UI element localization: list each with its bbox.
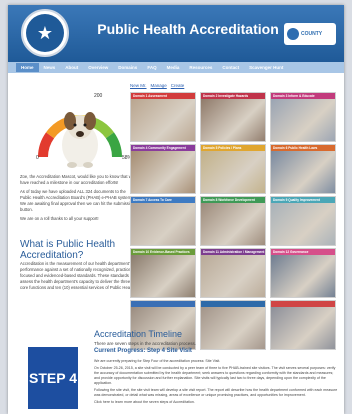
- department-seal-logo[interactable]: ★: [21, 9, 69, 57]
- domain-tile-photo: [271, 307, 335, 349]
- nav-item-faq[interactable]: FAQ: [142, 63, 161, 72]
- nav-item-contact[interactable]: Contact: [217, 63, 244, 72]
- domain-tile-photo: [131, 255, 195, 297]
- milestone-text: Zoe, the Accreditation Mascot, would lik…: [20, 174, 138, 225]
- site-header: ★ Public Health Accreditation COUNTY: [8, 5, 344, 62]
- domain-photo-grid: Domain 1 Assessment Domain 2 Investigate …: [130, 92, 336, 350]
- domain-tile-1[interactable]: Domain 1 Assessment: [130, 92, 196, 142]
- nav-item-domains[interactable]: Domains: [113, 63, 142, 72]
- accreditation-progress-gauge: 0 200 58%: [36, 93, 133, 168]
- domain-tile-4[interactable]: Domain 4 Community Engagement: [130, 144, 196, 194]
- domain-tile-3[interactable]: Domain 3 Inform & Educate: [270, 92, 336, 142]
- domain-tile-photo: [271, 99, 335, 141]
- page: ★ Public Health Accreditation COUNTY Hom…: [8, 5, 344, 414]
- county-emblem-icon: [287, 28, 299, 40]
- timeline-subtitle: There are seven steps in the accreditati…: [94, 341, 197, 346]
- domain-tile-photo: [271, 151, 335, 193]
- gauge-min-label: 0: [36, 155, 39, 161]
- nav-item-resources[interactable]: Resources: [184, 63, 217, 72]
- domain-tile-photo: [131, 151, 195, 193]
- domain-tile-photo: [271, 255, 335, 297]
- gallery-tab-0[interactable]: New Mr.: [130, 83, 147, 88]
- what-is-accreditation-heading: What is Public Health Accreditation?: [20, 239, 116, 261]
- nav-item-home[interactable]: Home: [16, 63, 39, 72]
- domain-tile-10[interactable]: Domain 10 Evidence-Based Practices: [130, 248, 196, 298]
- gallery-tab-2[interactable]: Create: [171, 83, 185, 88]
- milestone-paragraph-2: As of today we have uploaded ALL 324 doc…: [20, 189, 135, 212]
- domain-tile-photo: [271, 203, 335, 245]
- county-logo[interactable]: COUNTY: [284, 23, 336, 45]
- step-4-badge: STEP 4: [28, 347, 78, 409]
- milestone-paragraph-3: We are on a roll thanks to all your supp…: [20, 216, 99, 221]
- domain-tile-photo: [201, 151, 265, 193]
- current-progress-heading: Current Progress: Step 4 Site Visit: [94, 348, 192, 354]
- domain-tile-2[interactable]: Domain 2 Investigate Hazards: [200, 92, 266, 142]
- dog-mascot-image: [62, 112, 98, 168]
- domain-tile-11[interactable]: Domain 11 Administration / Management: [200, 248, 266, 298]
- timeline-paragraph-1: We are currently preparing for Step Four…: [94, 359, 221, 363]
- nav-item-media[interactable]: Media: [162, 63, 185, 72]
- domain-tile-photo: [201, 203, 265, 245]
- nav-item-about[interactable]: About: [60, 63, 83, 72]
- domain-tile-14[interactable]: [200, 300, 266, 350]
- main-nav: Home News About Overview Domains FAQ Media Reso…: [8, 62, 344, 73]
- domain-tile-15[interactable]: [270, 300, 336, 350]
- star-icon: ★: [26, 14, 64, 52]
- domain-tile-9[interactable]: Domain 9 Quality Improvement: [270, 196, 336, 246]
- county-logo-text: COUNTY: [301, 31, 323, 37]
- site-title: Public Health Accreditation: [97, 21, 279, 37]
- nav-item-scavenger-hunt[interactable]: Scavenger Hunt: [244, 63, 288, 72]
- timeline-paragraph-3: Following the site visit, the site visit…: [94, 388, 338, 397]
- nav-item-news[interactable]: News: [39, 63, 61, 72]
- timeline-body: We are currently preparing for Step Four…: [94, 359, 338, 407]
- domain-tile-photo: [131, 99, 195, 141]
- domain-tile-photo: [201, 99, 265, 141]
- domain-tile-8[interactable]: Domain 8 Workforce Development: [200, 196, 266, 246]
- timeline-title: Accreditation Timeline: [94, 329, 183, 339]
- milestone-paragraph-1: Zoe, the Accreditation Mascot, would lik…: [20, 174, 135, 185]
- what-is-accreditation-body: Accreditation is the measurement of our …: [20, 261, 137, 290]
- domain-tile-photo: [131, 203, 195, 245]
- domain-tile-5[interactable]: Domain 5 Policies / Plans: [200, 144, 266, 194]
- nav-item-overview[interactable]: Overview: [83, 63, 113, 72]
- domain-tile-12[interactable]: Domain 12 Governance: [270, 248, 336, 298]
- domain-tile-7[interactable]: Domain 7 Access To Care: [130, 196, 196, 246]
- gallery-tabs: New Mr. Manage Create: [130, 83, 188, 88]
- gauge-max-label: 200: [94, 93, 103, 99]
- gallery-tab-1[interactable]: Manage: [151, 83, 167, 88]
- domain-tile-photo: [201, 255, 265, 297]
- domain-tile-6[interactable]: Domain 6 Public Health Laws: [270, 144, 336, 194]
- domain-tile-photo: [201, 307, 265, 349]
- timeline-paragraph-2: On October 25-26, 2015, a site visit wil…: [94, 366, 336, 385]
- timeline-learn-more-link[interactable]: Click here to learn more about the seven…: [94, 400, 338, 405]
